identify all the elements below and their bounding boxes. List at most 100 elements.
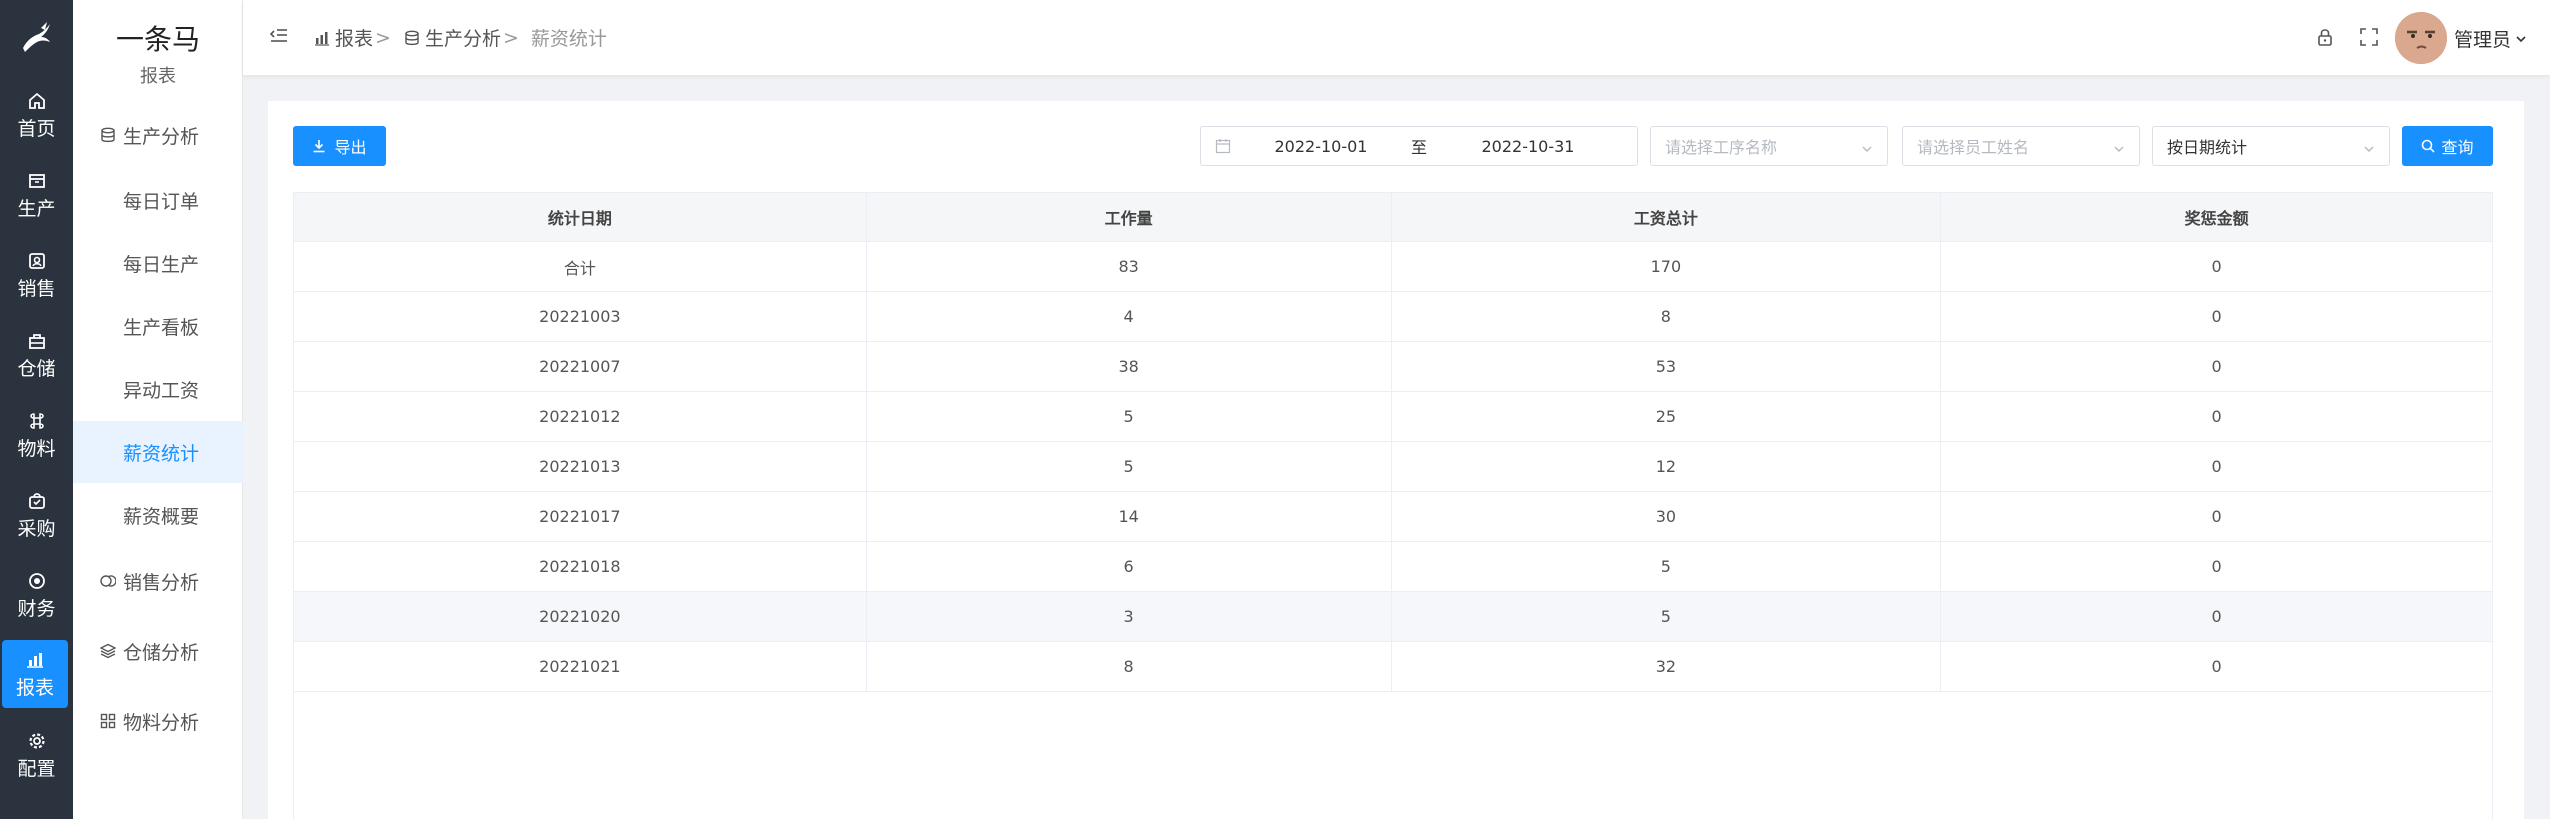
rail-item-home[interactable]: 首页: [0, 80, 73, 150]
sidebar-item-label: 生产看板: [123, 316, 200, 339]
material-icon: [26, 410, 48, 432]
calendar-icon: [1215, 138, 1231, 154]
gear-icon: [26, 730, 48, 752]
rail-item-label: 销售: [17, 277, 56, 300]
rail-item-report[interactable]: 报表: [2, 640, 68, 708]
table-cell: 83: [865, 241, 1392, 292]
table-cell: 20221020: [293, 591, 867, 642]
salary-stats-table: 统计日期 工作量 工资总计 奖惩金额 合计 83 170 0 20221003 4 8 0 20…: [293, 192, 2493, 692]
table-cell: 20221021: [293, 641, 867, 692]
date-range-picker[interactable]: 2022-10-01 至 2022-10-31: [1200, 126, 1638, 166]
sidebar-item-label: 销售分析: [123, 571, 200, 594]
column-header-reward-penalty[interactable]: 奖惩金额: [1940, 192, 2493, 242]
avatar[interactable]: [2395, 12, 2447, 64]
table-cell: 0: [1940, 391, 2493, 442]
brand-name: 一条马: [115, 23, 200, 56]
table-cell: 0: [1940, 441, 2493, 492]
table-cell: 5: [1390, 541, 1942, 592]
table-header-row: 统计日期 工作量 工资总计 奖惩金额: [293, 192, 2493, 242]
table-cell: 20221013: [293, 441, 867, 492]
rail-item-finance[interactable]: 财务: [0, 560, 73, 630]
sidebar-item-label: 每日生产: [123, 253, 200, 276]
chevron-down-icon: [2515, 33, 2527, 45]
table-cell: 0: [1940, 541, 2493, 592]
table-cell: 6: [865, 541, 1392, 592]
employee-select-placeholder: 请选择员工姓名: [1917, 138, 2030, 157]
sidebar-item-daily-production[interactable]: 每日生产: [73, 232, 243, 294]
rail-item-production[interactable]: 生产: [0, 160, 73, 230]
end-date-input[interactable]: 2022-10-31: [1458, 137, 1598, 156]
group-by-value: 按日期统计: [2167, 138, 2248, 157]
sidebar-item-label: 薪资概要: [123, 505, 200, 528]
sidebar-item-salary-stats[interactable]: 薪资统计: [73, 421, 243, 483]
export-button-label: 导出: [334, 138, 367, 157]
table-row[interactable]: 20221003 4 8 0: [293, 291, 2493, 342]
bar-chart-icon: [313, 29, 331, 47]
export-button[interactable]: 导出: [293, 126, 386, 166]
rail-item-label: 首页: [17, 117, 56, 140]
table-cell: 20221017: [293, 491, 867, 542]
app-logo[interactable]: [0, 0, 73, 75]
sidebar-item-label: 仓储分析: [123, 641, 200, 664]
rail-item-sales[interactable]: 销售: [0, 240, 73, 310]
table-body: 合计 83 170 0 20221003 4 8 0 20221007 38 53 0 20221012…: [293, 241, 2493, 692]
sidebar-item-production-board[interactable]: 生产看板: [73, 295, 243, 357]
table-cell: 0: [1940, 641, 2493, 692]
collapse-menu-icon[interactable]: [269, 26, 289, 46]
table-row[interactable]: 20221012 5 25 0: [293, 391, 2493, 442]
rail-item-label: 配置: [17, 757, 56, 780]
rail-item-material[interactable]: 物料: [0, 400, 73, 470]
column-header-workload[interactable]: 工作量: [865, 192, 1392, 242]
user-menu[interactable]: 管理员: [2454, 25, 2527, 52]
sidebar-item-label: 物料分析: [123, 711, 200, 734]
sidebar-item-material-analysis[interactable]: 物料分析: [73, 690, 243, 752]
lock-icon[interactable]: [2314, 26, 2336, 48]
search-icon: [2421, 139, 2436, 153]
rail-item-purchase[interactable]: 采购: [0, 480, 73, 550]
rail-item-config[interactable]: 配置: [0, 720, 73, 790]
coins-icon: [99, 572, 117, 590]
table-cell: 12: [1390, 441, 1942, 492]
chevron-down-icon: [1861, 140, 1873, 152]
rail-item-label: 生产: [17, 197, 56, 220]
rail-item-warehouse[interactable]: 仓储: [0, 320, 73, 390]
table-cell: 5: [865, 391, 1392, 442]
sidebar-item-salary-summary[interactable]: 薪资概要: [73, 484, 243, 546]
sidebar-item-production-analysis[interactable]: 生产分析: [73, 104, 243, 166]
table-cell: 8: [1390, 291, 1942, 342]
table-empty-area: [293, 691, 2493, 819]
breadcrumb-item-reports[interactable]: 报表: [335, 24, 373, 51]
table-row[interactable]: 20221020 3 5 0: [293, 591, 2493, 642]
table-row[interactable]: 20221013 5 12 0: [293, 441, 2493, 492]
rail-item-label: 报表: [15, 676, 54, 699]
avatar-face-icon: [2395, 12, 2447, 64]
table-row[interactable]: 20221018 6 5 0: [293, 541, 2493, 592]
table-row[interactable]: 20221017 14 30 0: [293, 491, 2493, 542]
table-cell: 20221018: [293, 541, 867, 592]
query-button[interactable]: 查询: [2402, 126, 2493, 166]
table-cell: 5: [1390, 591, 1942, 642]
breadcrumb-item-production-analysis[interactable]: 生产分析: [425, 24, 501, 51]
table-cell: 30: [1390, 491, 1942, 542]
table-row-total[interactable]: 合计 83 170 0: [293, 241, 2493, 292]
sidebar-item-sales-analysis[interactable]: 销售分析: [73, 550, 243, 612]
process-select[interactable]: 请选择工序名称: [1650, 126, 1888, 166]
start-date-input[interactable]: 2022-10-01: [1251, 137, 1391, 156]
report-icon: [24, 649, 46, 671]
sidebar-item-variable-wages[interactable]: 异动工资: [73, 358, 243, 420]
table-row[interactable]: 20221021 8 32 0: [293, 641, 2493, 692]
table-row[interactable]: 20221007 38 53 0: [293, 341, 2493, 392]
sidebar-item-daily-orders[interactable]: 每日订单: [73, 169, 243, 231]
home-icon: [26, 90, 48, 112]
column-header-total-wage[interactable]: 工资总计: [1390, 192, 1942, 242]
sidebar-item-label: 生产分析: [123, 125, 200, 148]
database-icon: [403, 29, 421, 47]
sidebar-item-label: 薪资统计: [123, 442, 200, 465]
fullscreen-icon[interactable]: [2358, 26, 2380, 48]
employee-select[interactable]: 请选择员工姓名: [1902, 126, 2140, 166]
column-header-date[interactable]: 统计日期: [293, 192, 867, 242]
table-cell: 25: [1390, 391, 1942, 442]
chevron-down-icon: [2113, 140, 2125, 152]
group-by-select[interactable]: 按日期统计: [2152, 126, 2390, 166]
sidebar-item-warehouse-analysis[interactable]: 仓储分析: [73, 620, 243, 682]
